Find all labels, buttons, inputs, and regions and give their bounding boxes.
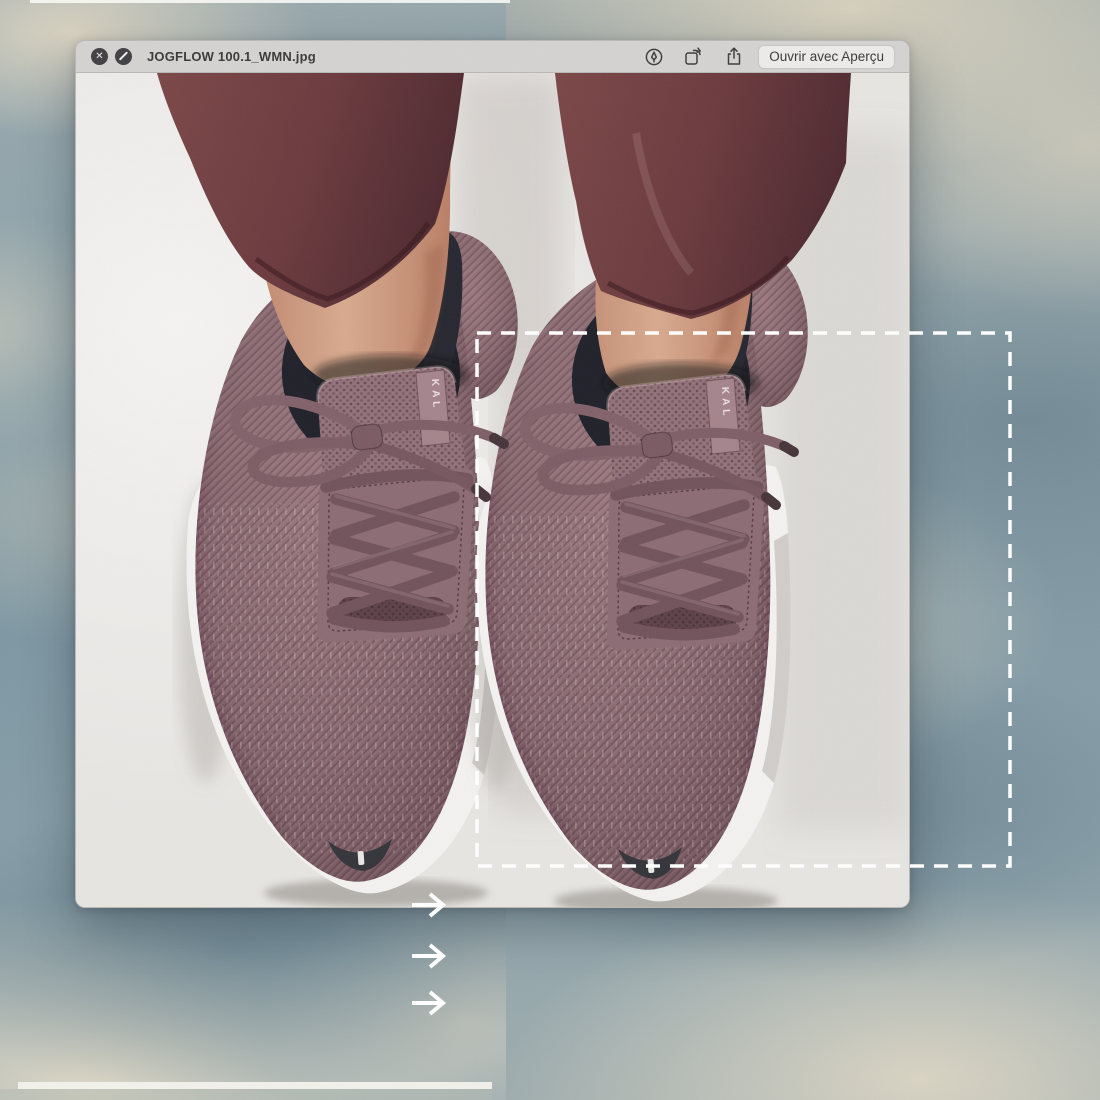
share-icon[interactable] (722, 45, 746, 69)
shoe-photo: KAL (76, 73, 910, 908)
block-slash (119, 52, 128, 61)
close-icon[interactable]: ✕ (91, 48, 108, 65)
open-with-preview-button[interactable]: Ouvrir avec Aperçu (758, 45, 895, 69)
close-glyph: ✕ (95, 52, 103, 62)
block-icon[interactable] (115, 48, 132, 65)
arrow-right-icon-3 (410, 988, 450, 1018)
shoe-photo-svg: KAL (76, 73, 910, 908)
arrow-right-icon-1 (410, 890, 450, 920)
quicklook-window: KAL (75, 40, 910, 908)
collage-edge-bottom (18, 1082, 492, 1089)
window-title: JOGFLOW 100.1_WMN.jpg (147, 49, 316, 64)
rotate-icon[interactable] (682, 45, 706, 69)
markup-icon[interactable] (642, 45, 666, 69)
collage-edge-top (30, 0, 510, 3)
arrow-right-icon-2 (410, 941, 450, 971)
collage-edge-bottom-2 (0, 1089, 492, 1100)
window-titlebar: ✕ JOGFLOW 100.1_WMN.jpg (76, 41, 909, 73)
